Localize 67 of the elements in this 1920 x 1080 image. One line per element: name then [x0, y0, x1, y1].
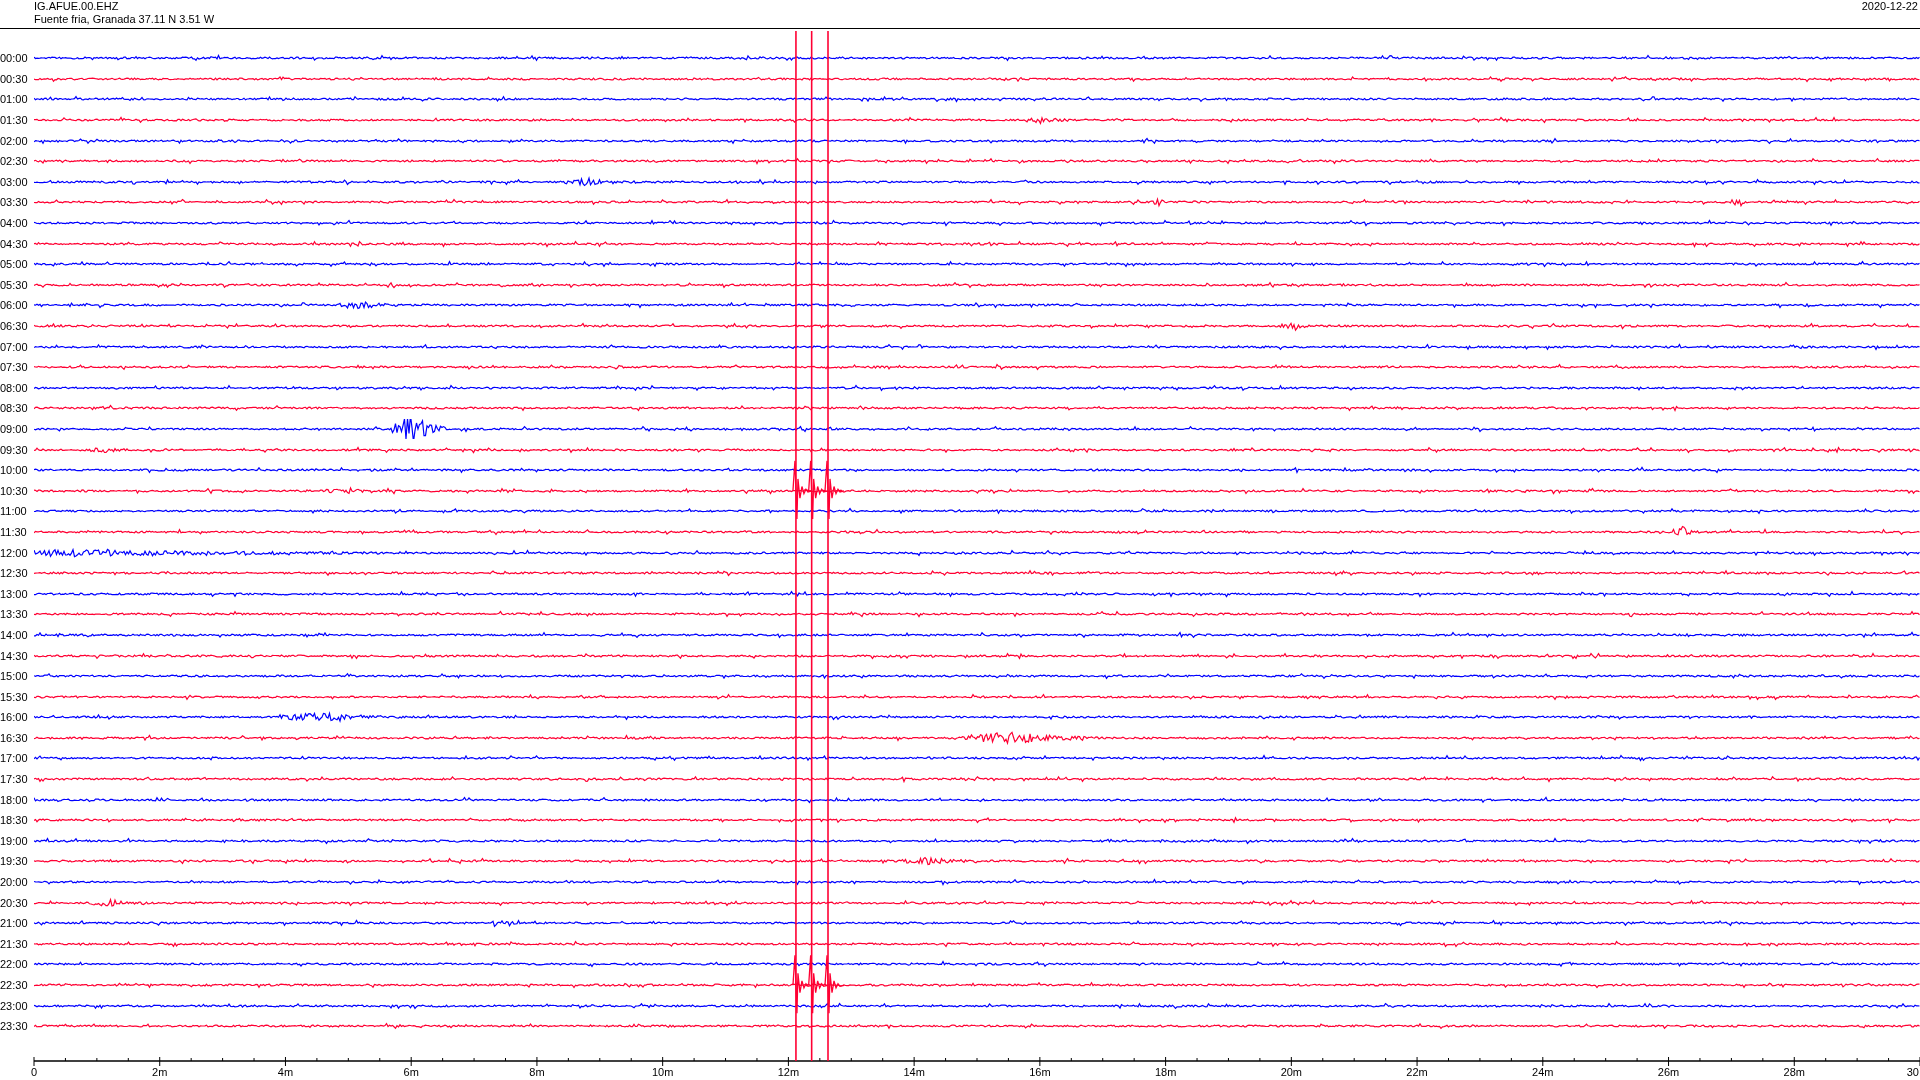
time-label: 00:00 [0, 52, 29, 65]
axis-tick-label: 6m [403, 1065, 419, 1078]
time-label: 13:00 [0, 587, 29, 600]
time-label: 02:30 [0, 155, 29, 168]
record-date: 2020-12-22 [1861, 0, 1919, 14]
time-label: 20:00 [0, 876, 29, 889]
time-label: 12:30 [0, 567, 29, 580]
time-label: 19:30 [0, 855, 29, 868]
axis-tick-label: 10m [651, 1065, 674, 1078]
time-label: 22:00 [0, 958, 29, 971]
time-label: 16:00 [0, 711, 29, 724]
time-label: 15:30 [0, 690, 29, 703]
time-label: 23:30 [0, 1020, 29, 1033]
time-label: 01:00 [0, 93, 29, 106]
time-label: 03:00 [0, 175, 29, 188]
time-label: 14:30 [0, 649, 29, 662]
axis-tick-label: 28m [1783, 1065, 1805, 1078]
time-label: 09:30 [0, 443, 29, 456]
axis-tick-label: 16m [1029, 1065, 1051, 1078]
time-label: 04:00 [0, 217, 29, 230]
time-label: 13:30 [0, 608, 29, 621]
time-label: 04:30 [0, 237, 29, 250]
time-label: 01:30 [0, 114, 29, 127]
time-label: 08:00 [0, 381, 29, 394]
time-label: 15:00 [0, 670, 29, 683]
axis-tick-label: 12m [777, 1065, 800, 1078]
time-label: 21:30 [0, 937, 29, 950]
time-label: 10:00 [0, 464, 29, 477]
axis-tick-label: 30 [1906, 1065, 1919, 1078]
time-label: 03:30 [0, 196, 29, 209]
time-label: 17:30 [0, 773, 29, 786]
axis-tick-label: 18m [1154, 1065, 1177, 1078]
time-label: 18:30 [0, 814, 29, 827]
axis-tick-label: 24m [1532, 1065, 1554, 1078]
time-label: 02:00 [0, 134, 29, 147]
time-label: 19:00 [0, 834, 29, 847]
time-label: 12:00 [0, 546, 29, 559]
axis-tick-label: 22m [1406, 1065, 1428, 1078]
time-label: 05:00 [0, 258, 29, 271]
time-label: 17:00 [0, 752, 29, 765]
time-label: 07:30 [0, 361, 29, 374]
axis-tick-label: 20m [1280, 1065, 1303, 1078]
time-label: 11:00 [0, 505, 28, 518]
time-label: 10:30 [0, 484, 29, 497]
time-label: 18:00 [0, 793, 29, 806]
time-label: 06:00 [0, 299, 29, 312]
time-label: 16:30 [0, 731, 29, 744]
time-label: 06:30 [0, 320, 29, 332]
time-label: 21:00 [0, 917, 29, 930]
axis-tick-label: 14m [903, 1065, 925, 1078]
time-label: 20:30 [0, 896, 29, 909]
time-label: 00:30 [0, 72, 29, 85]
axis-tick-label: 2m [152, 1065, 168, 1078]
axis-tick-label: 8m [529, 1065, 545, 1078]
time-label: 14:00 [0, 628, 29, 641]
time-label: 08:30 [0, 402, 29, 415]
time-label: 11:30 [0, 525, 28, 538]
time-label: 07:00 [0, 340, 29, 353]
station-code: IG.AFUE.00.EHZ [34, 0, 120, 13]
time-label: 09:00 [0, 423, 29, 435]
time-label: 23:00 [0, 999, 29, 1012]
axis-tick-label: 0 [30, 1065, 38, 1078]
time-label: 05:30 [0, 278, 29, 291]
station-location: Fuente fria, Granada 37.11 N 3.51 W [34, 13, 215, 26]
axis-tick-label: 26m [1657, 1065, 1680, 1078]
axis-tick-label: 4m [277, 1065, 294, 1078]
time-label: 22:30 [0, 979, 29, 991]
